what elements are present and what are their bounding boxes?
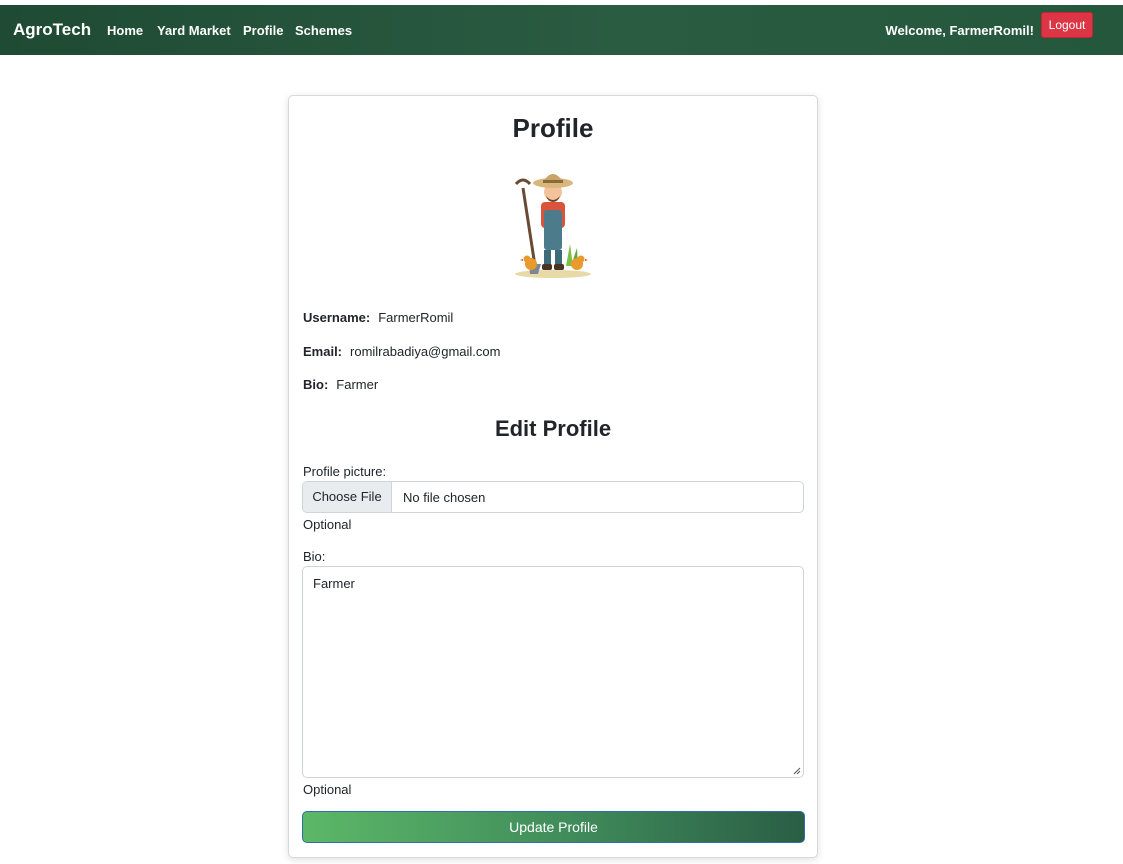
welcome-message: Welcome, FarmerRomil! [885, 23, 1034, 38]
farmer-avatar-icon [514, 174, 591, 278]
profile-picture-help: Optional [303, 517, 352, 532]
bio-row: Bio: Farmer [303, 377, 378, 392]
logout-button[interactable]: Logout [1041, 12, 1093, 38]
username-value: FarmerRomil [378, 310, 454, 325]
bio-textarea[interactable]: Farmer [302, 566, 804, 778]
bio-field-label: Bio: [303, 549, 326, 564]
username-label: Username: [303, 310, 371, 325]
nav-link-profile[interactable]: Profile [243, 23, 283, 38]
email-row: Email: romilrabadiya@gmail.com [303, 344, 500, 359]
profile-title: Profile [512, 113, 594, 143]
edit-profile-title: Edit Profile [494, 416, 612, 441]
nav-link-home[interactable]: Home [107, 23, 143, 38]
brand-logo[interactable]: AgroTech [13, 20, 91, 40]
username-row: Username: FarmerRomil [303, 310, 453, 325]
email-label: Email: [303, 344, 343, 359]
update-profile-button[interactable]: Update Profile [302, 811, 805, 843]
choose-file-button[interactable]: Choose File [303, 482, 392, 512]
bio-value: Farmer [336, 377, 379, 392]
nav-link-schemes[interactable]: Schemes [295, 23, 352, 38]
email-value: romilrabadiya@gmail.com [350, 344, 501, 359]
profile-picture-label: Profile picture: [303, 464, 387, 479]
resize-handle-icon[interactable] [791, 765, 801, 775]
profile-card: Profile Username: FarmerRomil Email: romil… [288, 95, 818, 858]
nav-link-yard-market[interactable]: Yard Market [157, 23, 231, 38]
profile-picture-input[interactable]: Choose File No file chosen [302, 481, 804, 513]
navbar: AgroTech Home Yard Market Profile Scheme… [0, 5, 1123, 55]
file-status-text: No file chosen [403, 490, 486, 505]
bio-label: Bio: [303, 377, 329, 392]
bio-help: Optional [303, 782, 352, 797]
